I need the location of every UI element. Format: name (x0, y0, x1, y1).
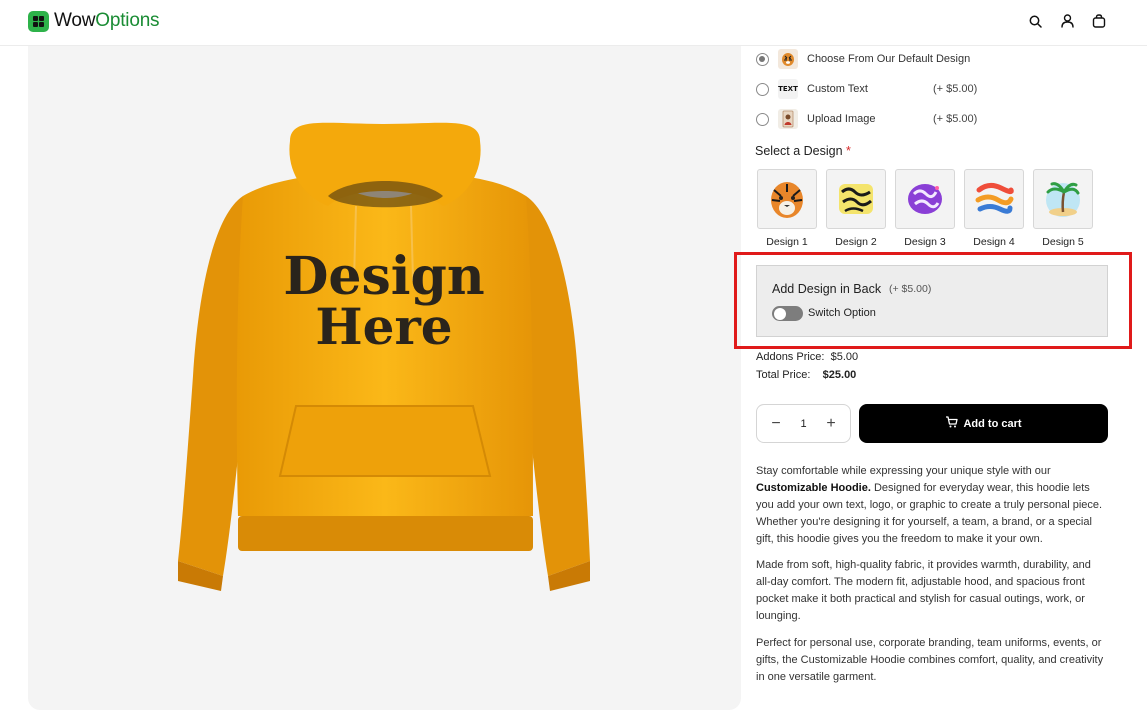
addon-price: (+ $5.00) (889, 283, 932, 295)
site-logo[interactable]: WowOptions (28, 10, 160, 32)
option-label: Choose From Our Default Design (807, 53, 971, 65)
quantity-stepper: − 1 + (756, 404, 851, 443)
tiger-icon (778, 49, 798, 69)
option-upload-image[interactable]: Upload Image (+ $5.00) (756, 108, 977, 130)
design-label: Design 5 (1042, 236, 1084, 248)
text-icon: TEXT (778, 79, 798, 99)
design-thumbnail[interactable] (826, 169, 886, 229)
logo-text-wow: Wow (54, 10, 96, 31)
design-option-3[interactable]: Design 3 (895, 169, 955, 248)
description-bold-text: Customizable Hoodie. (756, 482, 871, 494)
total-price-value: $25.00 (822, 369, 857, 381)
addon-title: Add Design in Back (772, 282, 882, 296)
product-image-panel: Design Here (28, 46, 741, 710)
option-price: (+ $5.00) (933, 83, 978, 95)
toggle-label: Switch Option (808, 307, 876, 319)
purple-lettering-design-icon (908, 184, 942, 214)
logo-text: WowOptions (54, 10, 160, 32)
text-icon-label: TEXT (778, 85, 798, 93)
description-paragraph-2: Made from soft, high-quality fabric, it … (756, 559, 1091, 622)
select-design-title: Select a Design (755, 144, 843, 158)
design-option-1[interactable]: Design 1 (757, 169, 817, 248)
option-label: Custom Text (807, 83, 868, 95)
design-thumbnail[interactable] (757, 169, 817, 229)
select-design-heading: Select a Design * (755, 144, 851, 158)
cart-icon (945, 416, 959, 431)
addons-price-label: Addons Price: (756, 351, 825, 363)
design-option-4[interactable]: Design 4 (964, 169, 1024, 248)
total-price-label: Total Price: (756, 369, 811, 381)
design-label: Design 1 (766, 236, 808, 248)
user-icon[interactable] (1059, 12, 1075, 30)
addons-price-value: $5.00 (830, 351, 859, 363)
logo-icon (28, 10, 49, 32)
design-thumbnail[interactable] (964, 169, 1024, 229)
design-grid: Design 1 Design 2 Design 3 Design 4 Desi… (757, 169, 1093, 248)
print-text-line2: Here (315, 297, 452, 356)
required-mark: * (846, 144, 851, 158)
design-thumbnail[interactable] (895, 169, 955, 229)
quantity-increase-button[interactable]: + (824, 415, 838, 433)
tiger-design-icon (771, 182, 803, 218)
addon-back-design: Add Design in Back (+ $5.00) Switch Opti… (756, 265, 1108, 337)
design-thumbnail[interactable] (1033, 169, 1093, 229)
option-radio[interactable] (756, 52, 769, 66)
design-label: Design 2 (835, 236, 877, 248)
design-option-2[interactable]: Design 2 (826, 169, 886, 248)
good-vibes-design-icon (839, 184, 873, 214)
design-option-5[interactable]: Design 5 (1033, 169, 1093, 248)
search-icon[interactable] (1027, 12, 1043, 30)
description-paragraph-3: Perfect for personal use, corporate bran… (756, 637, 1104, 683)
option-label: Upload Image (807, 113, 876, 125)
palm-tree-design-icon (1046, 182, 1080, 217)
switch-toggle[interactable] (772, 306, 803, 321)
option-custom-text[interactable]: TEXT Custom Text (+ $5.00) (756, 78, 977, 100)
site-header: WowOptions (0, 0, 1147, 46)
option-radio[interactable] (756, 112, 769, 126)
add-to-cart-label: Add to cart (963, 417, 1022, 430)
option-radio[interactable] (756, 82, 769, 96)
description-text: Stay comfortable while expressing your u… (756, 465, 1051, 477)
logo-text-options: Options (95, 10, 160, 31)
design-label: Design 3 (904, 236, 946, 248)
quantity-value[interactable]: 1 (800, 418, 806, 430)
hoodie-image: Design Here (178, 122, 590, 591)
bag-icon[interactable] (1091, 12, 1107, 30)
colorful-lettering-design-icon (975, 182, 1014, 214)
description-paragraph-1: Stay comfortable while expressing your u… (756, 463, 1106, 548)
total-price: Total Price: $25.00 (756, 369, 856, 381)
addons-price: Addons Price: $5.00 (756, 351, 858, 363)
image-icon (778, 109, 798, 129)
option-default-design[interactable]: Choose From Our Default Design (756, 48, 970, 70)
add-to-cart-button[interactable]: Add to cart (859, 404, 1108, 443)
option-price: (+ $5.00) (933, 113, 978, 125)
quantity-decrease-button[interactable]: − (769, 415, 783, 433)
design-label: Design 4 (973, 236, 1015, 248)
